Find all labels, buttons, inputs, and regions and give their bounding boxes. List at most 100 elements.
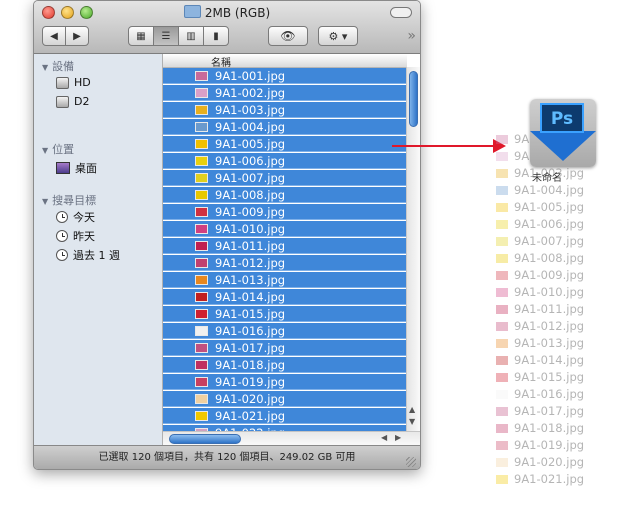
file-name: 9A1-003.jpg bbox=[215, 103, 286, 117]
image-thumbnail-icon bbox=[195, 207, 208, 217]
table-row[interactable]: 9A1-011.jpg bbox=[163, 238, 407, 254]
ghost-file-name: 9A1-014.jpg bbox=[514, 353, 585, 367]
ghost-file-name: 9A1-011.jpg bbox=[514, 302, 585, 316]
table-row[interactable]: 9A1-019.jpg bbox=[163, 374, 407, 390]
ghost-file-name: 9A1-013.jpg bbox=[514, 336, 585, 350]
status-bar: 已選取 120 個項目，共有 120 個項目、249.02 GB 可用 bbox=[34, 445, 420, 469]
list-view-button[interactable]: ☰ bbox=[153, 26, 179, 46]
image-thumbnail-icon bbox=[195, 292, 208, 302]
horizontal-scroll-thumb[interactable] bbox=[169, 434, 241, 444]
image-thumbnail-icon bbox=[195, 88, 208, 98]
sidebar-item-hd[interactable]: HD bbox=[56, 76, 91, 89]
sidebar-section-devices[interactable]: ▼ 設備 bbox=[42, 58, 74, 74]
image-thumbnail-icon bbox=[496, 254, 508, 263]
table-row[interactable]: 9A1-002.jpg bbox=[163, 85, 407, 101]
table-row[interactable]: 9A1-005.jpg bbox=[163, 136, 407, 152]
photoshop-logo: Ps bbox=[540, 103, 584, 133]
image-thumbnail-icon bbox=[195, 343, 208, 353]
image-thumbnail-icon bbox=[496, 288, 508, 297]
table-row[interactable]: 9A1-004.jpg bbox=[163, 119, 407, 135]
icon-view-button[interactable]: ▦ bbox=[128, 26, 154, 46]
action-menu-button[interactable]: ⚙ ▾ bbox=[318, 26, 358, 46]
back-button[interactable]: ◀ bbox=[42, 26, 66, 46]
image-thumbnail-icon bbox=[496, 424, 508, 433]
table-row[interactable]: 9A1-013.jpg bbox=[163, 272, 407, 288]
image-thumbnail-icon bbox=[496, 203, 508, 212]
photoshop-dock-icon[interactable]: Ps bbox=[530, 99, 596, 167]
toolbar-toggle-button[interactable] bbox=[390, 7, 412, 18]
disclosure-triangle-icon[interactable]: ▼ bbox=[42, 63, 48, 72]
disclosure-triangle-icon[interactable]: ▼ bbox=[42, 146, 48, 155]
table-row[interactable]: 9A1-017.jpg bbox=[163, 340, 407, 356]
drag-ghost-item: 9A1-013.jpg bbox=[496, 336, 584, 350]
image-thumbnail-icon bbox=[496, 271, 508, 280]
table-row[interactable]: 9A1-015.jpg bbox=[163, 306, 407, 322]
toolbar-overflow-icon[interactable]: » bbox=[407, 28, 416, 44]
title-bar[interactable]: 2MB (RGB) ◀ ▶ ▦ ☰ ▥ ▮ 👁 ⚙ ▾ » bbox=[34, 1, 420, 54]
image-thumbnail-icon bbox=[195, 275, 208, 285]
image-thumbnail-icon bbox=[496, 220, 508, 229]
file-name: 9A1-020.jpg bbox=[215, 392, 286, 406]
table-row[interactable]: 9A1-018.jpg bbox=[163, 357, 407, 373]
table-row[interactable]: 9A1-009.jpg bbox=[163, 204, 407, 220]
quicklook-button[interactable]: 👁 bbox=[268, 26, 308, 46]
ghost-file-name: 9A1-005.jpg bbox=[514, 200, 585, 214]
sidebar-item-d2[interactable]: D2 bbox=[56, 95, 89, 108]
scroll-right-arrow-icon[interactable]: ▶ bbox=[395, 433, 401, 442]
scroll-up-arrow-icon[interactable]: ▲ bbox=[409, 405, 415, 414]
ghost-file-name: 9A1-021.jpg bbox=[514, 472, 585, 486]
file-name: 9A1-019.jpg bbox=[215, 375, 286, 389]
table-row[interactable]: 9A1-016.jpg bbox=[163, 323, 407, 339]
ghost-file-name: 9A1-006.jpg bbox=[514, 217, 585, 231]
table-row[interactable]: 9A1-010.jpg bbox=[163, 221, 407, 237]
sidebar-section-places[interactable]: ▼ 位置 bbox=[42, 141, 74, 157]
resize-grip-icon[interactable] bbox=[406, 457, 416, 467]
horizontal-scrollbar[interactable]: ◀ ▶ bbox=[163, 431, 420, 446]
image-thumbnail-icon bbox=[195, 105, 208, 115]
sidebar-item-desktop[interactable]: 桌面 bbox=[56, 160, 97, 176]
table-row[interactable]: 9A1-014.jpg bbox=[163, 289, 407, 305]
ghost-file-name: 9A1-012.jpg bbox=[514, 319, 585, 333]
folder-icon bbox=[183, 5, 201, 18]
sidebar-section-search-for[interactable]: ▼ 搜尋目標 bbox=[42, 192, 96, 208]
image-thumbnail-icon bbox=[496, 373, 508, 382]
table-row[interactable]: 9A1-021.jpg bbox=[163, 408, 407, 424]
coverflow-view-button[interactable]: ▮ bbox=[203, 26, 229, 46]
ghost-file-name: 9A1-020.jpg bbox=[514, 455, 585, 469]
table-row[interactable]: 9A1-007.jpg bbox=[163, 170, 407, 186]
image-thumbnail-icon bbox=[195, 309, 208, 319]
drag-ghost-item: 9A1-020.jpg bbox=[496, 455, 584, 469]
ghost-file-name: 9A1-004.jpg bbox=[514, 183, 585, 197]
table-row[interactable]: 9A1-020.jpg bbox=[163, 391, 407, 407]
sidebar-item-yesterday[interactable]: 昨天 bbox=[56, 228, 95, 244]
drag-ghost-item: 9A1-017.jpg bbox=[496, 404, 584, 418]
drag-ghost-item: 9A1-007.jpg bbox=[496, 234, 584, 248]
disclosure-triangle-icon[interactable]: ▼ bbox=[42, 197, 48, 206]
scroll-down-arrow-icon[interactable]: ▼ bbox=[409, 417, 415, 426]
drag-ghost-item: 9A1-018.jpg bbox=[496, 421, 584, 435]
table-row[interactable]: 9A1-003.jpg bbox=[163, 102, 407, 118]
file-name: 9A1-005.jpg bbox=[215, 137, 286, 151]
sidebar-item-today[interactable]: 今天 bbox=[56, 209, 95, 225]
file-name: 9A1-018.jpg bbox=[215, 358, 286, 372]
file-name: 9A1-012.jpg bbox=[215, 256, 286, 270]
file-name: 9A1-009.jpg bbox=[215, 205, 286, 219]
file-name: 9A1-021.jpg bbox=[215, 409, 286, 423]
sidebar-item-past-week[interactable]: 過去 1 週 bbox=[56, 247, 120, 263]
vertical-scroll-thumb[interactable] bbox=[409, 71, 418, 127]
scroll-left-arrow-icon[interactable]: ◀ bbox=[381, 433, 387, 442]
forward-button[interactable]: ▶ bbox=[65, 26, 89, 46]
sidebar: ▼ 設備 HD D2 ▼ 位置 桌面 ▼ 搜尋目標 今天 昨天 過去 1 週 bbox=[34, 54, 163, 445]
file-name: 9A1-017.jpg bbox=[215, 341, 286, 355]
vertical-scrollbar[interactable]: ▲ ▼ bbox=[406, 67, 420, 431]
window-title: 2MB (RGB) bbox=[34, 5, 420, 20]
table-row[interactable]: 9A1-008.jpg bbox=[163, 187, 407, 203]
table-row[interactable]: 9A1-006.jpg bbox=[163, 153, 407, 169]
image-thumbnail-icon bbox=[195, 139, 208, 149]
column-view-button[interactable]: ▥ bbox=[178, 26, 204, 46]
table-row[interactable]: 9A1-001.jpg bbox=[163, 68, 407, 84]
image-thumbnail-icon bbox=[195, 71, 208, 81]
drag-ghost-item: 9A1-014.jpg bbox=[496, 353, 584, 367]
table-row[interactable]: 9A1-012.jpg bbox=[163, 255, 407, 271]
column-header-name[interactable]: 名稱 bbox=[163, 54, 407, 69]
